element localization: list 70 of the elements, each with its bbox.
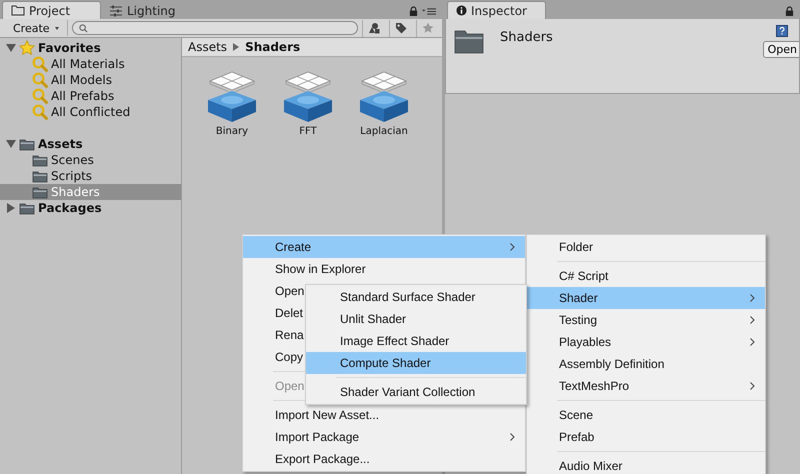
search-icon (78, 24, 88, 32)
menu-item[interactable]: Export Package... (243, 448, 525, 470)
menu-item[interactable]: Assembly Definition (527, 353, 765, 375)
lock-icon[interactable] (409, 6, 418, 17)
asset-label: Binary (216, 126, 248, 137)
search-field[interactable] (72, 21, 358, 35)
folder-icon (32, 154, 48, 166)
panel-tab[interactable]: Project (2, 1, 101, 19)
menu-item[interactable]: Standard Surface Shader (306, 286, 526, 308)
menu-item[interactable]: Create (243, 236, 525, 258)
tab-label: Inspector (471, 4, 527, 18)
tree-item[interactable]: All Models (0, 72, 181, 88)
menu-item[interactable]: Playables (527, 331, 765, 353)
menu-item[interactable]: Image Effect Shader (306, 330, 526, 352)
menu-item[interactable]: Scene (527, 404, 765, 426)
folder-icon (11, 5, 25, 16)
open-button[interactable]: Open (762, 41, 799, 58)
tree-item[interactable]: All Prefabs (0, 88, 181, 104)
search-icon (32, 56, 48, 72)
search-icon (32, 72, 48, 88)
help-icon[interactable] (776, 25, 788, 37)
expanded-arrow-icon[interactable] (6, 139, 16, 149)
menu-item[interactable]: Compute Shader (306, 352, 526, 374)
menu-item[interactable]: Audio Mixer (527, 455, 765, 474)
collapsed-arrow-icon[interactable] (6, 203, 16, 213)
panel-tab[interactable]: Lighting (101, 2, 185, 19)
sliders-icon (109, 4, 123, 16)
folder-icon (19, 202, 35, 214)
expanded-arrow-icon[interactable] (6, 43, 16, 53)
menu-item[interactable]: Shader Variant Collection (306, 381, 526, 403)
menu-item[interactable]: Testing (527, 309, 765, 331)
menu-icon[interactable] (422, 7, 436, 16)
breadcrumb-item[interactable]: Shaders (245, 40, 300, 54)
menu-item[interactable]: Import Package (243, 426, 525, 448)
tab-label: Lighting (127, 4, 176, 18)
star-icon (19, 40, 35, 56)
menu-item[interactable]: Folder (527, 236, 765, 258)
menu-item[interactable]: Unlit Shader (306, 308, 526, 330)
asset-label: Laplacian (360, 126, 408, 137)
menu-item[interactable]: C# Script (527, 265, 765, 287)
menu-item[interactable]: Shader (527, 287, 765, 309)
menu-item[interactable]: Import New Asset... (243, 404, 525, 426)
menu-item[interactable]: TextMeshPro (527, 375, 765, 397)
folder-icon (19, 138, 35, 150)
tree-item[interactable]: Scripts (0, 168, 181, 184)
search-icon (32, 104, 48, 120)
info-icon (456, 5, 467, 16)
lock-icon[interactable] (785, 6, 794, 17)
tree-item[interactable]: All Materials (0, 56, 181, 72)
tree-item[interactable]: All Conflicted (0, 104, 181, 120)
menu-item[interactable]: Show in Explorer (243, 258, 525, 280)
search-icon (32, 88, 48, 104)
tree-item[interactable]: Scenes (0, 152, 181, 168)
breadcrumb-item[interactable]: Assets (188, 40, 228, 54)
folder-icon (32, 186, 48, 198)
caret-icon (54, 26, 59, 30)
asset-label: FFT (299, 126, 317, 137)
star-icon (422, 22, 434, 34)
tree-item[interactable]: Favorites (0, 40, 181, 56)
inspector-title: Shaders (500, 30, 553, 45)
tag-icon (395, 22, 407, 34)
shapes-icon (368, 22, 380, 34)
folder-icon (32, 170, 48, 182)
inspector-tab[interactable]: Inspector (447, 1, 546, 19)
tree-item[interactable]: Assets (0, 136, 181, 152)
breadcrumb-arrow-icon (233, 43, 240, 51)
tree-item[interactable]: Packages (0, 200, 181, 216)
tab-label: Project (29, 4, 70, 18)
menu-item[interactable]: Prefab (527, 426, 765, 448)
folder-icon (454, 29, 484, 54)
